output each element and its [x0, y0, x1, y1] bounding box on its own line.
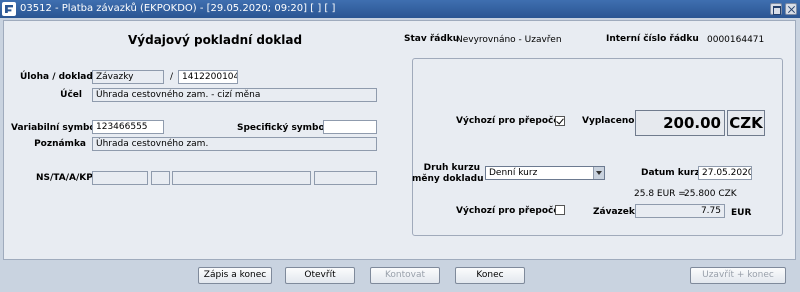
zavazek-label: Závazek	[593, 207, 635, 217]
uloha-field[interactable]: Závazky	[92, 70, 164, 84]
vychozi-prepocet-checkbox-2[interactable]	[555, 205, 565, 215]
meny-dokladu-label: měny dokladu	[412, 174, 484, 184]
close-window-button[interactable]	[785, 3, 797, 15]
variabilni-symbol-field[interactable]: 123466555	[92, 120, 164, 134]
uloha-separator: /	[170, 72, 174, 82]
interni-cislo-value: 0000164471	[707, 35, 765, 45]
window-title: 03512 - Platba závazků (EKPOKDO) - [29.0…	[20, 3, 336, 14]
variabilni-symbol-label: Variabilní symbol	[11, 123, 99, 133]
interni-cislo-label: Interní číslo řádku	[606, 34, 699, 44]
page-title: Výdajový pokladní doklad	[128, 33, 303, 47]
specificky-symbol-label: Specifický symbol	[237, 123, 328, 133]
druh-kurzu-label: Druh kurzu	[423, 163, 480, 173]
currency-field[interactable]: CZK	[727, 110, 765, 136]
poznamka-label: Poznámka	[34, 139, 86, 149]
uzavrit-a-konec-button[interactable]: Uzavřít + konec	[690, 267, 786, 284]
rate-right-text: 25.800 CZK	[684, 189, 737, 199]
konec-button[interactable]: Konec	[455, 267, 525, 284]
rate-left-text: 25.8 EUR =	[634, 189, 686, 199]
vyplaceno-label: Vyplaceno	[582, 116, 635, 126]
zavazek-field[interactable]: 7.75	[635, 204, 725, 218]
ta-field[interactable]	[151, 171, 170, 185]
stav-radku-label: Stav řádku	[404, 34, 460, 44]
vychozi-prepocet-label-2: Výchozí pro přepočet	[456, 206, 564, 216]
kontovat-button[interactable]: Kontovat	[370, 267, 440, 284]
datum-kurzu-label: Datum kurzu	[641, 168, 707, 178]
kp-field[interactable]	[314, 171, 377, 185]
druh-kurzu-select[interactable]: Denní kurz	[485, 166, 605, 180]
restore-window-button[interactable]	[770, 3, 782, 15]
stav-radku-value: Nevyrovnáno - Uzavřen	[456, 35, 562, 45]
vychozi-prepocet-label-1: Výchozí pro přepočet	[456, 116, 564, 126]
druh-kurzu-value: Denní kurz	[489, 168, 538, 178]
ucel-field[interactable]: Úhrada cestovného zam. - cizí měna	[92, 88, 377, 102]
vychozi-prepocet-checkbox-1[interactable]	[555, 116, 565, 126]
vyplaceno-field[interactable]: 200.00	[635, 110, 725, 136]
title-bar: 03512 - Platba závazků (EKPOKDO) - [29.0…	[0, 0, 800, 18]
uloha-label: Úloha / doklad	[20, 72, 93, 82]
zavazek-currency: EUR	[731, 208, 752, 218]
poznamka-field[interactable]: Úhrada cestovného zam.	[92, 137, 377, 151]
doklad-field[interactable]: 1412200104	[178, 70, 238, 84]
zapis-a-konec-button[interactable]: Zápis a konec	[198, 267, 272, 284]
ucel-label: Účel	[60, 90, 82, 100]
a-field[interactable]	[172, 171, 311, 185]
app-icon	[2, 2, 16, 16]
chevron-down-icon[interactable]	[593, 167, 604, 179]
ns-ta-a-kp-label: NS/TA/A/KP	[36, 173, 93, 183]
datum-kurzu-field[interactable]: 27.05.2020	[698, 166, 752, 180]
specificky-symbol-field[interactable]	[323, 120, 377, 134]
ns-field[interactable]	[92, 171, 148, 185]
otevrit-button[interactable]: Otevřít	[285, 267, 355, 284]
